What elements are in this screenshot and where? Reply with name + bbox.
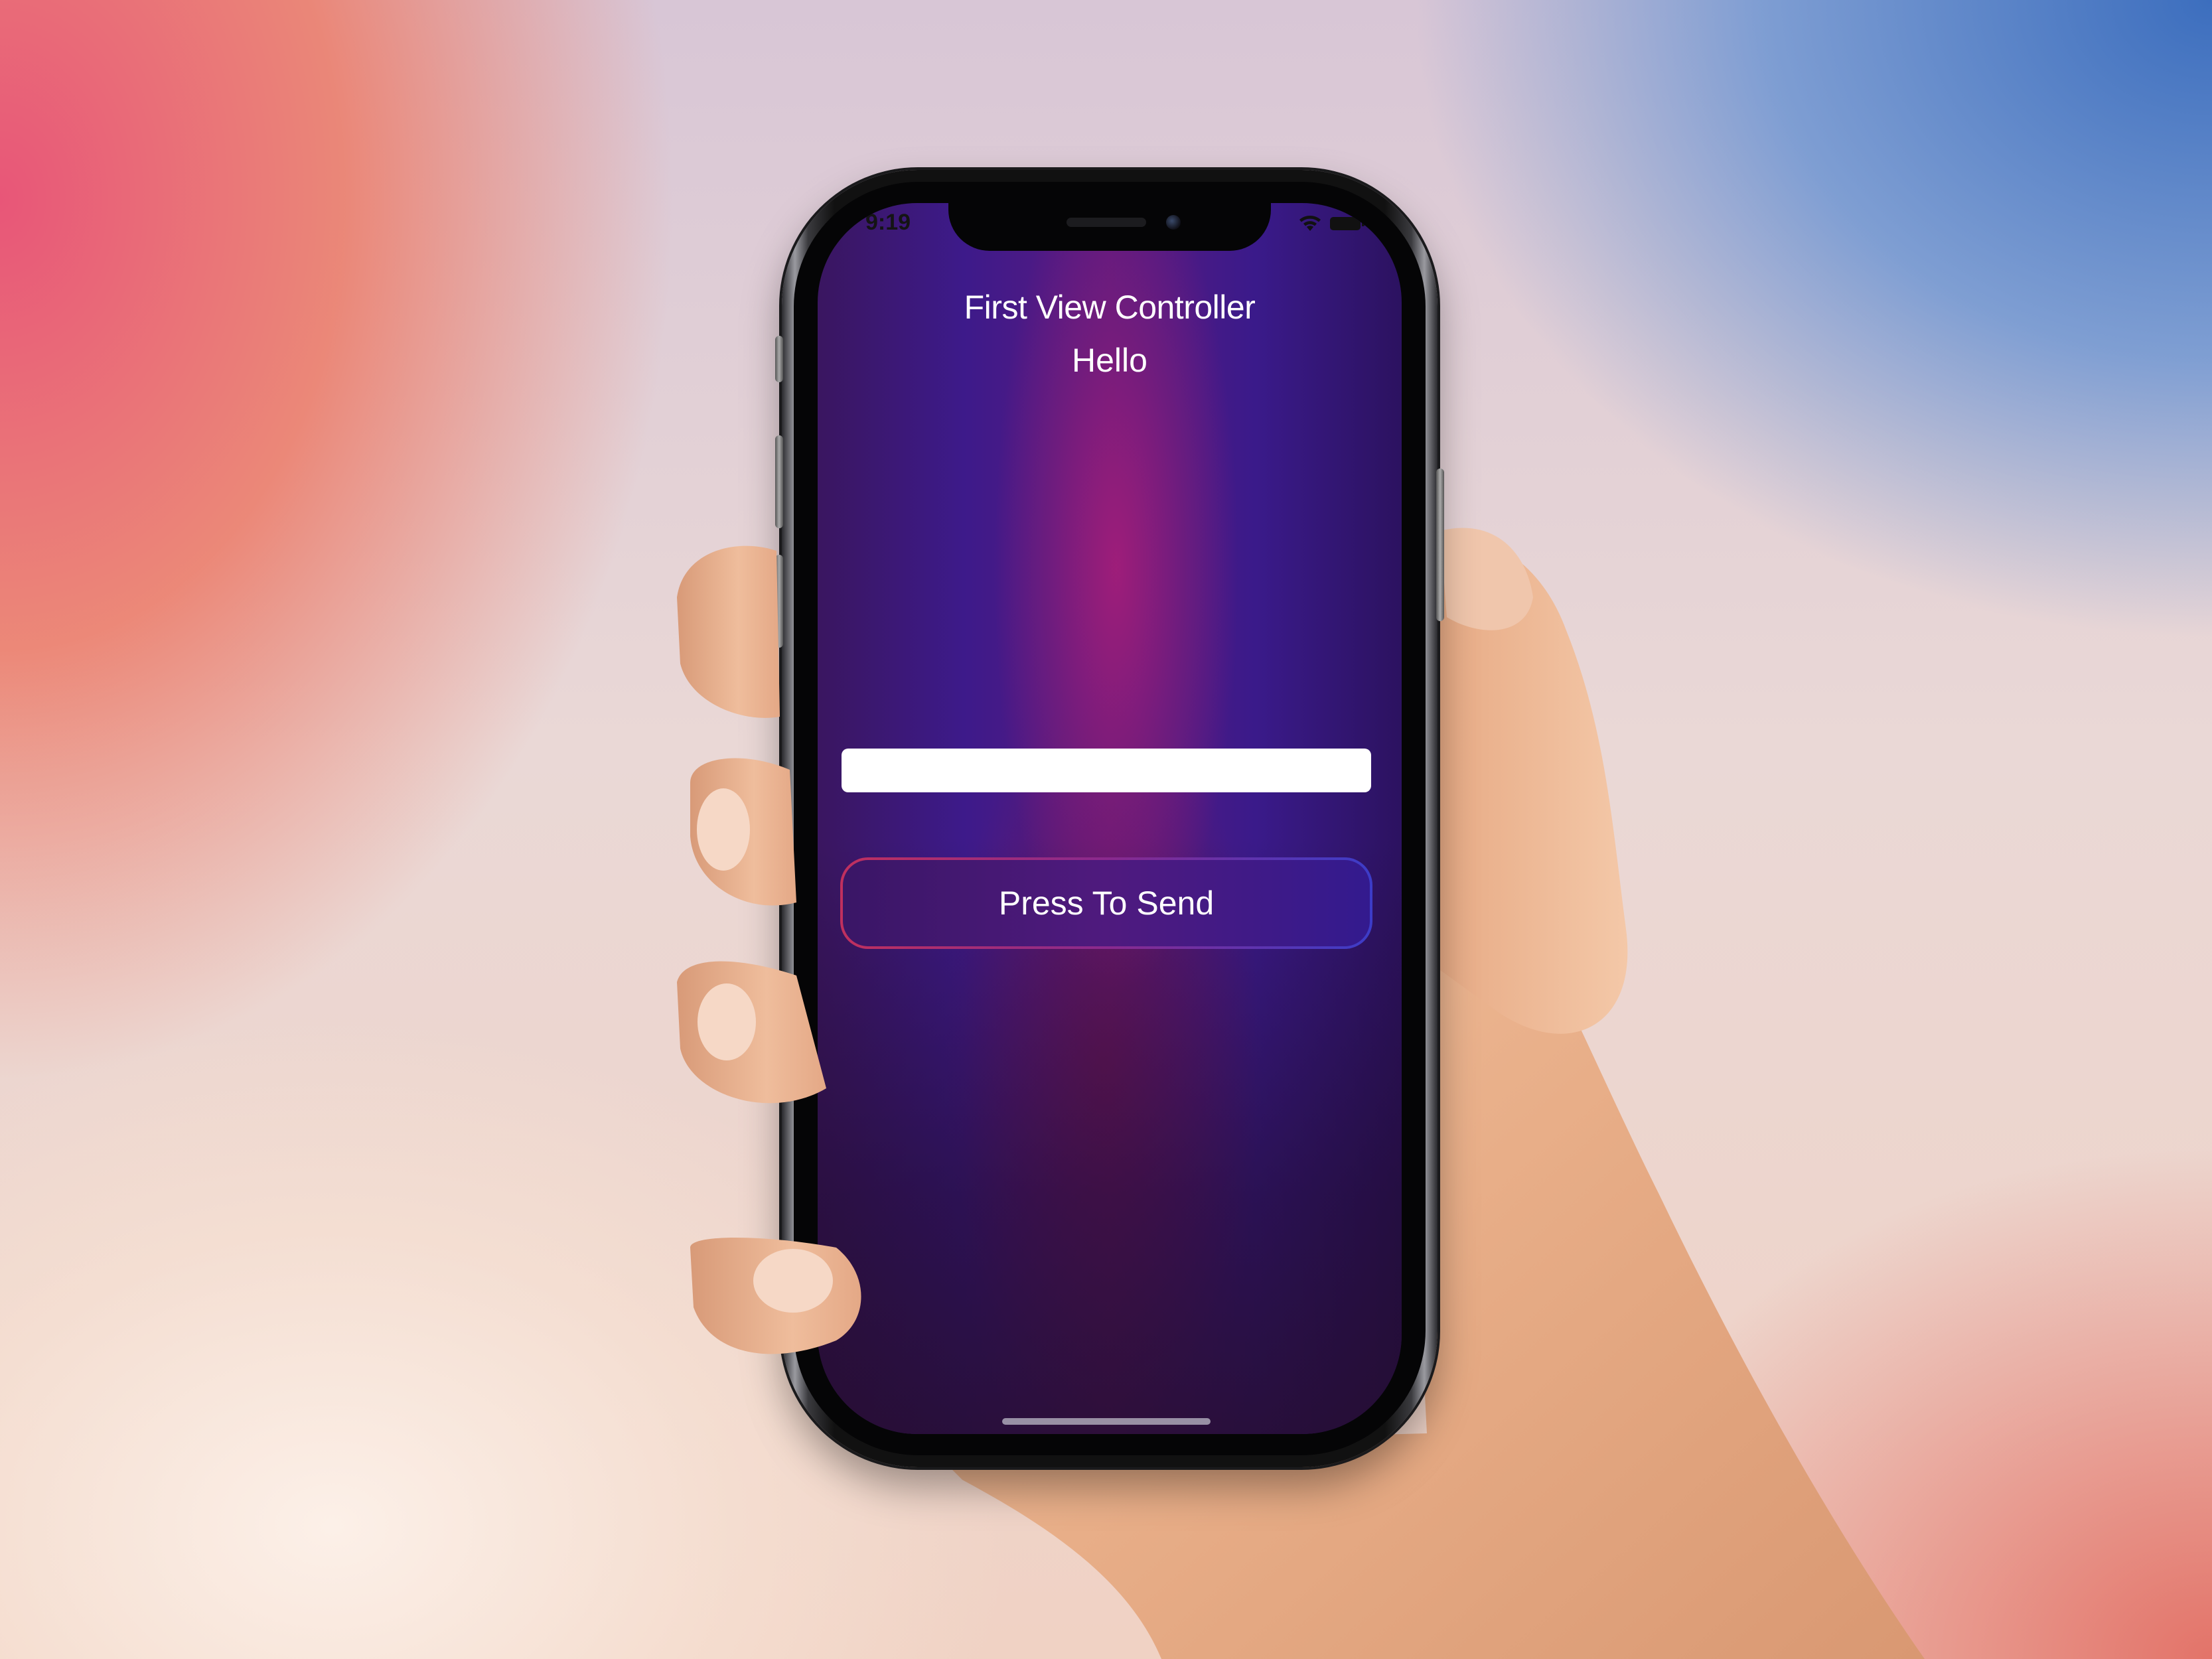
screen-title: First View Controller [964, 289, 1256, 326]
power-button [1436, 469, 1444, 621]
phone-frame: 9:19 First View Controller Hello Press T… [775, 170, 1444, 1467]
volume-up-button [775, 435, 783, 528]
battery-icon [1330, 217, 1364, 230]
notch [948, 203, 1271, 251]
speaker-grille [1067, 218, 1146, 227]
status-icons [1298, 215, 1364, 232]
message-text-field[interactable] [842, 749, 1371, 792]
status-time: 9:19 [865, 210, 911, 235]
volume-down-button [775, 555, 783, 648]
wifi-icon [1299, 216, 1321, 231]
home-indicator[interactable] [1002, 1418, 1211, 1425]
silent-switch [775, 336, 783, 382]
press-to-send-label: Press To Send [843, 860, 1370, 946]
hello-label: Hello [1072, 342, 1147, 379]
front-camera [1166, 215, 1181, 230]
press-to-send-button[interactable]: Press To Send [840, 857, 1372, 949]
app-screen: 9:19 First View Controller Hello Press T… [818, 203, 1402, 1434]
